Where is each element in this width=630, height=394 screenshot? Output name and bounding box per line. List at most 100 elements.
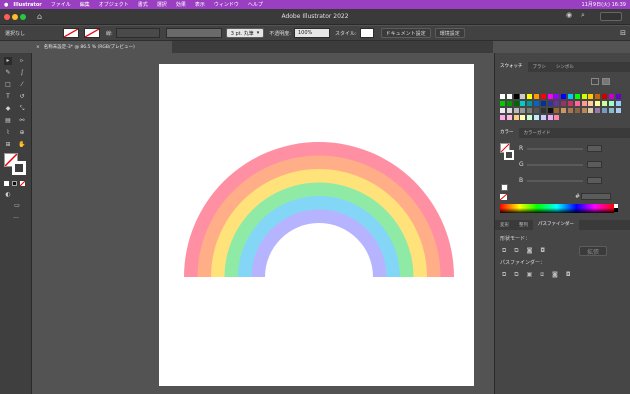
shape-builder-tool-icon[interactable]: ⊕	[18, 129, 26, 137]
document-setup-button[interactable]: ドキュメント設定	[380, 28, 431, 38]
swatch[interactable]	[602, 108, 607, 113]
swatch[interactable]	[513, 115, 519, 120]
swatch[interactable]	[520, 115, 526, 120]
menu-object[interactable]: オブジェクト	[99, 1, 129, 8]
direct-selection-tool-icon[interactable]: ▹	[18, 57, 26, 65]
swatch[interactable]	[561, 94, 567, 99]
swatch[interactable]	[540, 115, 546, 120]
workspace-switcher[interactable]	[600, 12, 622, 21]
fill-color-dropdown[interactable]	[63, 28, 79, 38]
preferences-button[interactable]: 環境設定	[434, 28, 465, 38]
stroke-weight-field[interactable]	[115, 28, 160, 38]
swatch[interactable]	[500, 101, 505, 106]
apple-icon[interactable]: ●	[4, 2, 8, 8]
swatch[interactable]	[574, 101, 580, 106]
grid-view-icon[interactable]	[602, 78, 610, 85]
swatch[interactable]	[540, 94, 546, 99]
tab-brushes[interactable]: ブラシ	[528, 64, 551, 70]
rotate-tool-icon[interactable]: ↺	[18, 93, 26, 101]
document-tab[interactable]: × 名称未設定-3* @ 86.5 % (RGB/プレビュー)	[32, 41, 172, 53]
brush-definition-dropdown[interactable]: 3 pt. 丸筆 ▾	[225, 28, 265, 38]
list-view-icon[interactable]	[591, 78, 599, 85]
swatch[interactable]	[513, 94, 519, 99]
swatch[interactable]	[554, 108, 560, 113]
menu-view[interactable]: 表示	[195, 1, 205, 8]
tab-symbols[interactable]: シンボル	[551, 64, 579, 70]
swatch[interactable]	[588, 108, 594, 113]
r-slider[interactable]	[527, 148, 583, 150]
swatch[interactable]	[513, 101, 519, 106]
curvature-tool-icon[interactable]: ∫	[18, 69, 26, 77]
swatch[interactable]	[506, 94, 512, 99]
swatch[interactable]	[534, 94, 539, 99]
swatch[interactable]	[574, 94, 580, 99]
swatch[interactable]	[561, 108, 567, 113]
swatch[interactable]	[506, 101, 512, 106]
close-tab-icon[interactable]: ×	[36, 45, 40, 50]
swatch[interactable]	[608, 94, 614, 99]
pen-tool-icon[interactable]: ✎	[4, 69, 12, 77]
width-tool-icon[interactable]: ⚯	[18, 117, 26, 125]
shape-mode-buttons[interactable]: ⧉⧉◙◘	[502, 247, 553, 255]
swatch[interactable]	[534, 108, 539, 113]
swatch[interactable]	[595, 94, 601, 99]
screen-mode-icon[interactable]: ▭	[13, 202, 21, 210]
swatch[interactable]	[520, 101, 526, 106]
swatch[interactable]	[534, 115, 539, 120]
tab-align[interactable]: 整列	[514, 222, 533, 228]
selection-tool-icon[interactable]: ▸	[4, 57, 12, 65]
swatch[interactable]	[520, 94, 526, 99]
tab-color[interactable]: カラー	[495, 128, 519, 138]
rainbow-artwork[interactable]	[159, 64, 474, 386]
swatch[interactable]	[500, 108, 505, 113]
swatch[interactable]	[513, 108, 519, 113]
menu-effect[interactable]: 効果	[176, 1, 186, 8]
search-icon[interactable]: ⌕	[581, 11, 585, 20]
swatch[interactable]	[602, 94, 607, 99]
swatch[interactable]	[602, 101, 607, 106]
color-spectrum[interactable]	[500, 204, 614, 213]
user-icon[interactable]: ◉	[566, 11, 572, 19]
swatch[interactable]	[615, 108, 621, 113]
menu-window[interactable]: ウィンドウ	[214, 1, 239, 8]
swatch[interactable]	[527, 108, 533, 113]
swatch[interactable]	[520, 108, 526, 113]
swatch[interactable]	[581, 94, 587, 99]
tab-transform[interactable]: 変形	[495, 222, 514, 228]
swatch[interactable]	[608, 108, 614, 113]
none-color-icon[interactable]	[499, 193, 508, 201]
r-value-field[interactable]	[587, 145, 602, 152]
swatch[interactable]	[615, 101, 621, 106]
black-swatch[interactable]	[614, 208, 618, 212]
swatch[interactable]	[547, 94, 553, 99]
artboard-tool-icon[interactable]: ⊞	[4, 141, 12, 149]
hand-tool-icon[interactable]: ✋	[18, 141, 26, 149]
swatch[interactable]	[500, 94, 505, 99]
menu-app-illustrator[interactable]: Illustrator	[13, 2, 41, 8]
none-mode-icon[interactable]	[19, 180, 26, 187]
variable-width-profile[interactable]	[165, 28, 222, 38]
more-tools-icon[interactable]: ···	[11, 215, 21, 223]
gradient-tool-icon[interactable]: ▤	[4, 117, 12, 125]
swatch[interactable]	[554, 115, 560, 120]
swatch[interactable]	[568, 108, 573, 113]
stroke-swatch[interactable]	[12, 161, 26, 175]
swatch[interactable]	[527, 94, 533, 99]
swatch[interactable]	[608, 101, 614, 106]
swatch[interactable]	[527, 115, 533, 120]
rectangle-tool-icon[interactable]: □	[4, 81, 12, 89]
b-slider[interactable]	[527, 180, 583, 182]
swatch[interactable]	[547, 101, 553, 106]
swatch[interactable]	[588, 101, 594, 106]
graphic-style-dropdown[interactable]	[359, 28, 374, 38]
menu-edit[interactable]: 編集	[80, 1, 90, 8]
swatch[interactable]	[500, 115, 505, 120]
menu-help[interactable]: ヘルプ	[248, 1, 263, 8]
hex-field[interactable]	[581, 193, 611, 200]
swatch[interactable]	[615, 94, 621, 99]
type-tool-icon[interactable]: T	[4, 93, 12, 101]
swatch[interactable]	[568, 101, 573, 106]
menu-select[interactable]: 選択	[157, 1, 167, 8]
draw-mode-icon[interactable]: ◐	[4, 191, 12, 199]
gradient-mode-icon[interactable]	[12, 181, 17, 186]
